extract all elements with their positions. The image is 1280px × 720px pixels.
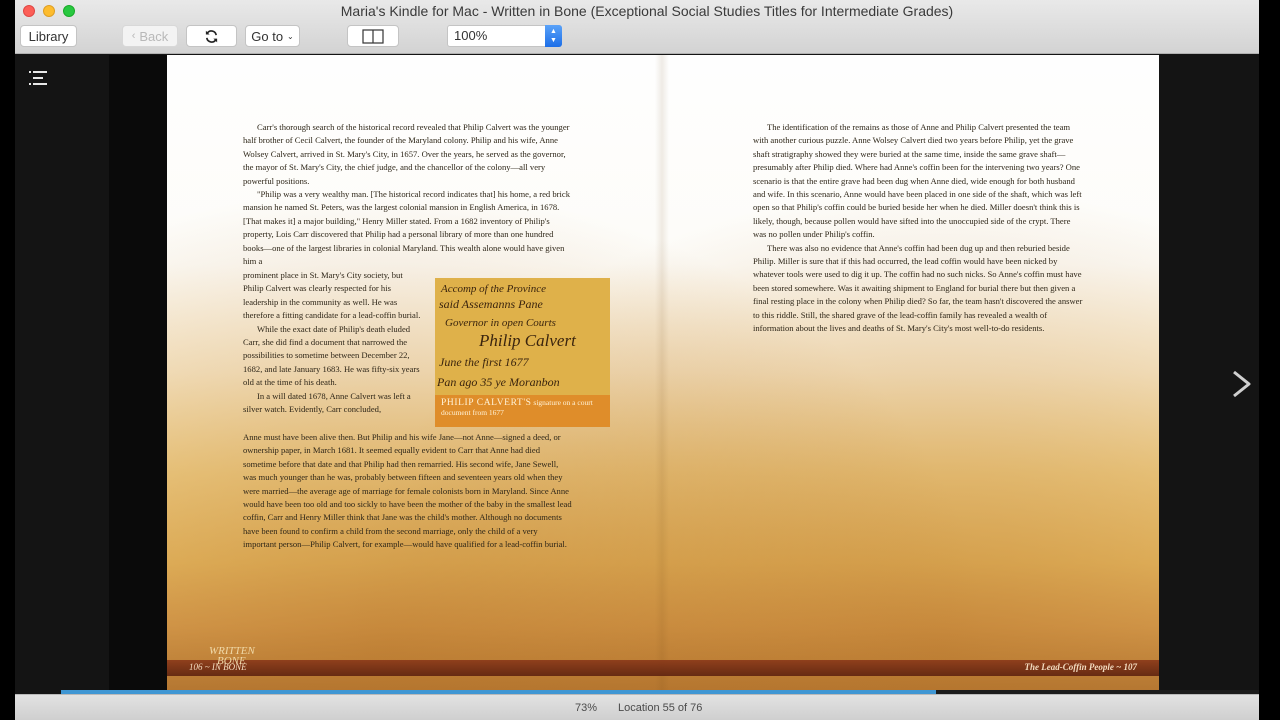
back-button[interactable]: ‹ Back <box>122 25 178 47</box>
handwriting-line: Governor in open Courts <box>445 317 556 329</box>
image-caption: PHILIP CALVERT'S signature on a court do… <box>435 395 610 427</box>
sync-button[interactable] <box>186 25 237 47</box>
two-page-view-icon <box>362 28 384 44</box>
title-bar: Maria's Kindle for Mac - Written in Bone… <box>15 0 1259 54</box>
back-button-label: Back <box>139 28 169 44</box>
left-page-text-narrow: prominent place in St. Mary's City socie… <box>243 269 421 416</box>
right-backdrop <box>1259 0 1280 720</box>
paragraph: Carr's thorough search of the historical… <box>243 122 570 186</box>
right-page-footer: The Lead-Coffin People ~ 107 <box>1024 662 1137 672</box>
paragraph: The identification of the remains as tho… <box>753 122 1082 240</box>
status-bar: 73% Location 55 of 76 <box>15 694 1259 720</box>
page-gutter <box>655 55 669 690</box>
percent-read: 73% <box>575 702 598 714</box>
handwriting-line: Accomp of the Province <box>440 283 546 295</box>
zoom-value: 100% <box>454 28 488 43</box>
table-of-contents-icon[interactable] <box>29 71 47 85</box>
chevron-left-icon: ‹ <box>131 30 136 42</box>
left-backdrop <box>0 0 15 720</box>
chevron-down-icon: ⌄ <box>287 31 294 41</box>
right-page-text: The identification of the remains as tho… <box>753 121 1083 336</box>
handwriting-line: June the first 1677 <box>439 355 530 369</box>
handwriting-line: Pan ago 35 ye Moranbon <box>436 375 560 389</box>
location-indicator: Location 55 of 76 <box>618 702 703 714</box>
sync-icon <box>205 29 218 43</box>
caption-name: PHILIP CALVERT'S <box>441 398 532 408</box>
book-page-spread: Carr's thorough search of the historical… <box>167 55 1159 690</box>
left-page-text-top: Carr's thorough search of the historical… <box>243 121 573 268</box>
reading-area[interactable]: Carr's thorough search of the historical… <box>109 55 1159 690</box>
signature: Philip Calvert <box>478 331 577 350</box>
zoom-field[interactable]: 100% ▲ ▼ <box>447 25 562 47</box>
left-page-footer: 106 ~ IN BONE <box>189 662 247 672</box>
window-title: Maria's Kindle for Mac - Written in Bone… <box>340 3 954 19</box>
next-page-arrow-icon[interactable] <box>1231 370 1253 398</box>
page-layout-button[interactable] <box>347 25 399 47</box>
document-image-inset: Accomp of the Province said Assemanns Pa… <box>435 278 610 427</box>
library-button-label: Library <box>28 28 69 44</box>
left-page-text-bottom: Anne must have been alive then. But Phil… <box>243 431 573 552</box>
handwritten-document-image: Accomp of the Province said Assemanns Pa… <box>435 278 610 395</box>
go-to-label: Go to <box>251 28 284 44</box>
zoom-stepper[interactable]: ▲ ▼ <box>545 25 562 47</box>
paragraph: There was also no evidence that Anne's c… <box>753 242 1083 334</box>
paragraph: In a will dated 1678, Anne Calvert was l… <box>243 390 411 415</box>
page-footer-band <box>167 660 1159 676</box>
handwriting-line: said Assemanns Pane <box>439 297 543 311</box>
paragraph: "Philip was a very wealthy man. [The his… <box>243 189 571 267</box>
paragraph: prominent place in St. Mary's City socie… <box>243 270 421 321</box>
go-to-menu[interactable]: Go to ⌄ <box>245 25 300 47</box>
library-button[interactable]: Library <box>20 25 77 47</box>
paragraph: Anne must have been alive then. But Phil… <box>243 432 572 550</box>
paragraph: While the exact date of Philip's death e… <box>243 323 420 388</box>
kindle-window: Maria's Kindle for Mac - Written in Bone… <box>15 0 1259 720</box>
